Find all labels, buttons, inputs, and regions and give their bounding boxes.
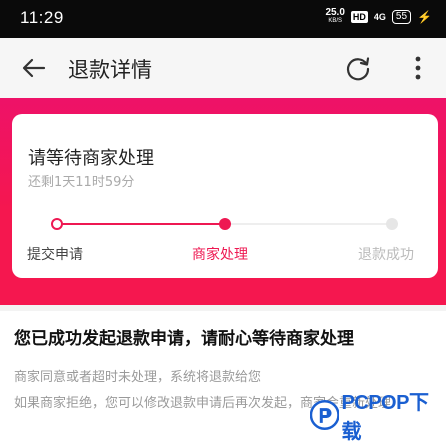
charging-icon: ⚡ xyxy=(417,10,432,24)
status-time: 11:29 xyxy=(20,8,64,27)
step-3-dot xyxy=(386,218,398,230)
remaining-time: 还剩1天11时59分 xyxy=(28,175,135,190)
status-title: 请等待商家处理 xyxy=(28,148,154,169)
progress-steps xyxy=(51,218,398,230)
info-line-1: 商家同意或者超时未处理，系统将退款给您 xyxy=(14,370,262,385)
step-label-success: 退款成功 xyxy=(358,247,414,263)
step-label-merchant: 商家处理 xyxy=(192,247,248,263)
page-title: 退款详情 xyxy=(68,58,152,82)
battery-icon: 55 xyxy=(391,10,412,24)
step-2-dot xyxy=(219,218,231,230)
watermark: PCPOP下载 xyxy=(310,392,446,443)
arrow-left-icon[interactable] xyxy=(20,54,48,82)
hd-badge: HD xyxy=(350,11,368,23)
pcpop-logo-icon xyxy=(310,400,340,430)
watermark-text: PCPOP下载 xyxy=(341,392,429,443)
network-speed-value: 25.0 xyxy=(325,7,345,18)
signal-icon: 4G xyxy=(373,12,386,22)
network-speed-unit: KB/S xyxy=(328,18,343,24)
step-label-submit: 提交申请 xyxy=(27,247,83,263)
status-bar: 11:29 25.0 KB/S HD 4G 55 ⚡ xyxy=(0,0,446,38)
network-speed: 25.0 KB/S xyxy=(325,7,345,25)
info-headline: 您已成功发起退款申请，请耐心等待商家处理 xyxy=(14,329,354,349)
refund-status-card: 请等待商家处理 还剩1天11时59分 提交申请 商家处理 退款成功 xyxy=(12,114,438,278)
app-bar: 退款详情 xyxy=(0,38,446,98)
status-indicators: 25.0 KB/S HD 4G 55 ⚡ xyxy=(325,7,432,25)
refresh-icon[interactable] xyxy=(344,54,372,82)
step-1-dot xyxy=(51,218,63,230)
section-divider xyxy=(0,305,446,311)
more-vertical-icon[interactable] xyxy=(408,54,428,82)
